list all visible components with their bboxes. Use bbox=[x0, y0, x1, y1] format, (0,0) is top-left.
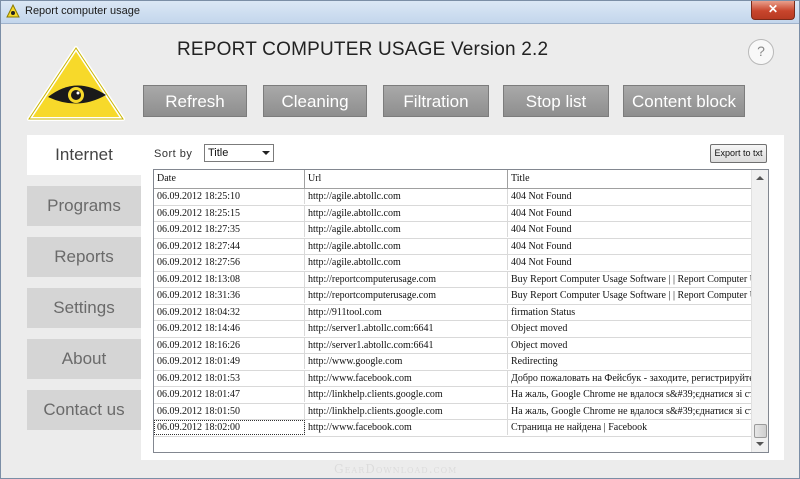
cell-title: Redirecting bbox=[511, 356, 558, 367]
sidebar-item-reports[interactable]: Reports bbox=[27, 237, 141, 277]
cell-title: Страница не найдена | Facebook bbox=[511, 422, 648, 433]
cell-url: http://www.facebook.com bbox=[305, 420, 508, 435]
cell-date: 06.09.2012 18:31:36 bbox=[154, 288, 305, 303]
cell-date: 06.09.2012 18:27:44 bbox=[154, 238, 305, 254]
cell-url: http://linkhelp.clients.google.com bbox=[305, 387, 508, 402]
table-row[interactable]: 06.09.2012 18:31:36 http://reportcomputer… bbox=[154, 288, 752, 305]
cell-url: http://911tool.com bbox=[305, 304, 508, 320]
cell-date: 06.09.2012 18:01:50 bbox=[154, 403, 305, 419]
cell-date: 06.09.2012 18:25:10 bbox=[154, 189, 305, 204]
cell-date: 06.09.2012 18:13:08 bbox=[154, 271, 305, 287]
sidebar-item-contact-us[interactable]: Contact us bbox=[27, 390, 141, 430]
cell-title: 404 Not Found bbox=[511, 257, 572, 268]
cell-title: 404 Not Found bbox=[511, 240, 572, 252]
close-button[interactable]: ✕ bbox=[751, 1, 795, 20]
cell-title: Добро пожаловать на Фейсбук - заходите, … bbox=[511, 372, 752, 384]
cell-date: 06.09.2012 18:25:15 bbox=[154, 205, 305, 221]
sidebar-item-settings[interactable]: Settings bbox=[27, 288, 141, 328]
scroll-up-icon[interactable] bbox=[752, 170, 768, 186]
cell-url: http://reportcomputerusage.com bbox=[305, 288, 508, 303]
cell-title: На жаль, Google Chrome не вдалося s&#39;… bbox=[511, 405, 752, 417]
cell-url: http://reportcomputerusage.com bbox=[305, 271, 508, 287]
sidebar-item-about[interactable]: About bbox=[27, 339, 141, 379]
cell-date: 06.09.2012 18:01:49 bbox=[154, 354, 305, 369]
table-row[interactable]: 06.09.2012 18:04:32 http://911tool.com fir… bbox=[154, 304, 752, 321]
table-row[interactable]: 06.09.2012 18:14:46 http://server1.abtoll… bbox=[154, 321, 752, 338]
cell-title: Buy Report Computer Usage Software | | R… bbox=[511, 290, 752, 301]
column-header-date[interactable]: Date bbox=[154, 170, 305, 188]
table-body: 06.09.2012 18:25:10 http://agile.abtollc.… bbox=[154, 189, 752, 437]
cell-title: firmation Status bbox=[511, 306, 576, 318]
window-title: Report computer usage bbox=[25, 5, 140, 17]
table-row[interactable]: 06.09.2012 18:13:08 http://reportcomputer… bbox=[154, 271, 752, 288]
cell-url: http://server1.abtollc.com:6641 bbox=[305, 337, 508, 353]
content-block-button[interactable]: Content block bbox=[623, 85, 745, 117]
cell-date: 06.09.2012 18:01:53 bbox=[154, 370, 305, 386]
stop-list-button[interactable]: Stop list bbox=[503, 85, 609, 117]
sidebar-item-programs[interactable]: Programs bbox=[27, 186, 141, 226]
column-header-title[interactable]: Title bbox=[508, 170, 752, 188]
table-row[interactable]: 06.09.2012 18:16:26 http://server1.abtoll… bbox=[154, 337, 752, 354]
cell-title: 404 Not Found bbox=[511, 207, 572, 219]
refresh-button[interactable]: Refresh bbox=[143, 85, 247, 117]
table-row[interactable]: 06.09.2012 18:01:50 http://linkhelp.clien… bbox=[154, 403, 752, 420]
app-icon bbox=[6, 4, 20, 18]
cell-date: 06.09.2012 18:01:47 bbox=[154, 387, 305, 402]
scroll-down-icon[interactable] bbox=[752, 436, 768, 452]
sort-selected-value: Title bbox=[208, 147, 229, 159]
cell-url: http://www.google.com bbox=[305, 354, 508, 369]
cell-date: 06.09.2012 18:16:26 bbox=[154, 337, 305, 353]
page-title: REPORT COMPUTER USAGE Version 2.2 bbox=[177, 39, 549, 60]
export-to-txt-button[interactable]: Export to txt bbox=[710, 144, 767, 163]
cell-title: На жаль, Google Chrome не вдалося s&#39;… bbox=[511, 389, 752, 400]
eye-warning-logo bbox=[27, 46, 125, 121]
help-button[interactable]: ? bbox=[748, 39, 774, 65]
cell-title: 404 Not Found bbox=[511, 191, 572, 202]
table-header: Date Url Title bbox=[154, 170, 752, 189]
table-row[interactable]: 06.09.2012 18:27:35 http://agile.abtollc.… bbox=[154, 222, 752, 239]
watermark: GearDownload.com bbox=[334, 462, 458, 476]
sort-label: Sort by bbox=[154, 148, 193, 160]
table-row[interactable]: 06.09.2012 18:02:00 http://www.facebook.c… bbox=[154, 420, 752, 437]
table-row[interactable]: 06.09.2012 18:27:44 http://agile.abtollc.… bbox=[154, 238, 752, 255]
cell-url: http://www.facebook.com bbox=[305, 370, 508, 386]
cell-url: http://agile.abtollc.com bbox=[305, 222, 508, 237]
cell-url: http://agile.abtollc.com bbox=[305, 238, 508, 254]
cell-title: Buy Report Computer Usage Software | | R… bbox=[511, 273, 752, 285]
cell-title: 404 Not Found bbox=[511, 224, 572, 235]
table-row[interactable]: 06.09.2012 18:25:10 http://agile.abtollc.… bbox=[154, 189, 752, 206]
app-window: Report computer usage ✕ REPORT COMPUTER … bbox=[0, 0, 800, 479]
cell-url: http://agile.abtollc.com bbox=[305, 205, 508, 221]
cell-url: http://agile.abtollc.com bbox=[305, 189, 508, 204]
table-row[interactable]: 06.09.2012 18:01:49 http://www.google.com… bbox=[154, 354, 752, 371]
cell-url: http://agile.abtollc.com bbox=[305, 255, 508, 270]
cell-url: http://linkhelp.clients.google.com bbox=[305, 403, 508, 419]
cleaning-button[interactable]: Cleaning bbox=[263, 85, 367, 117]
cell-title: Object moved bbox=[511, 339, 568, 351]
chevron-down-icon bbox=[262, 151, 270, 155]
table-row[interactable]: 06.09.2012 18:01:53 http://www.facebook.c… bbox=[154, 370, 752, 387]
title-bar[interactable]: Report computer usage ✕ bbox=[1, 1, 799, 24]
cell-date: 06.09.2012 18:27:35 bbox=[154, 222, 305, 237]
cell-date: 06.09.2012 18:27:56 bbox=[154, 255, 305, 270]
cell-date: 06.09.2012 18:02:00 bbox=[154, 420, 305, 435]
cell-url: http://server1.abtollc.com:6641 bbox=[305, 321, 508, 336]
cell-date: 06.09.2012 18:04:32 bbox=[154, 304, 305, 320]
cell-title: Object moved bbox=[511, 323, 568, 334]
table-row[interactable]: 06.09.2012 18:27:56 http://agile.abtollc.… bbox=[154, 255, 752, 272]
vertical-scrollbar[interactable] bbox=[751, 170, 768, 452]
history-table[interactable]: Date Url Title 06.09.2012 18:25:10 http:/… bbox=[153, 169, 769, 453]
sidebar-item-internet[interactable]: Internet bbox=[27, 135, 141, 175]
table-row[interactable]: 06.09.2012 18:01:47 http://linkhelp.clien… bbox=[154, 387, 752, 404]
filtration-button[interactable]: Filtration bbox=[383, 85, 489, 117]
cell-date: 06.09.2012 18:14:46 bbox=[154, 321, 305, 336]
column-header-url[interactable]: Url bbox=[305, 170, 508, 188]
sort-select[interactable]: Title bbox=[204, 144, 274, 162]
table-row[interactable]: 06.09.2012 18:25:15 http://agile.abtollc.… bbox=[154, 205, 752, 222]
